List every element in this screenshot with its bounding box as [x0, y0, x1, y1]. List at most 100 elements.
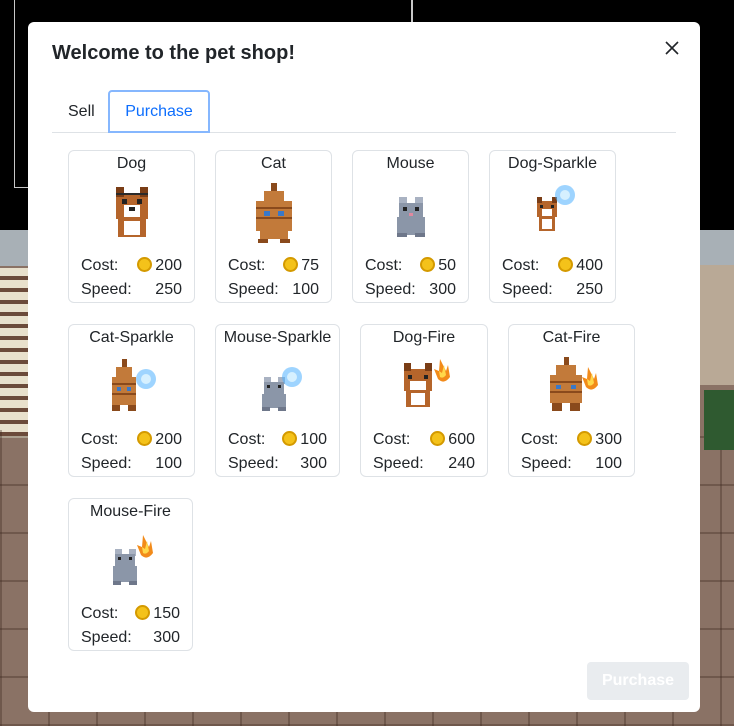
cat-sprite-icon — [244, 183, 304, 245]
cost-label: Cost: — [365, 257, 403, 274]
pet-name: Dog-Sparkle — [508, 155, 597, 172]
coin-icon — [420, 257, 436, 272]
cost-value: 600 — [430, 431, 475, 449]
cost-value: 75 — [283, 257, 319, 275]
pet-card-mouse-fire[interactable]: Mouse-Fire Cost: 150 Speed: 300 — [68, 498, 193, 651]
cost-value: 50 — [420, 257, 456, 275]
cost-label: Cost: — [81, 257, 119, 274]
speed-row: Speed: 100 — [521, 455, 622, 475]
speed-row: Speed: 240 — [373, 455, 475, 475]
cost-amount: 600 — [448, 431, 475, 448]
pet-name: Dog-Fire — [392, 329, 456, 346]
tab-sell[interactable]: Sell — [68, 90, 95, 133]
cost-row: Cost: 75 — [228, 257, 319, 277]
cost-label: Cost: — [502, 257, 540, 274]
pet-card-cat-sparkle[interactable]: Cat-Sparkle Cost: 200 Speed: 100 — [68, 324, 195, 477]
mouse-sparkle-sprite-icon — [248, 357, 308, 419]
pet-card-cat[interactable]: Cat Cost: 75 Speed: 100 — [215, 150, 332, 303]
cost-value: 150 — [135, 605, 180, 623]
purchase-button[interactable]: Purchase — [587, 662, 689, 700]
cost-row: Cost: 400 — [502, 257, 603, 277]
speed-value: 240 — [448, 455, 475, 472]
speed-row: Speed: 300 — [365, 281, 456, 301]
cost-amount: 400 — [576, 257, 603, 274]
cost-value: 300 — [577, 431, 622, 449]
speed-label: Speed: — [81, 629, 132, 646]
pet-card-dog-sparkle[interactable]: Dog-Sparkle Cost: 400 Speed: 250 — [489, 150, 616, 303]
speed-value: 100 — [155, 455, 182, 472]
speed-label: Speed: — [228, 281, 279, 298]
speed-value: 300 — [429, 281, 456, 298]
cost-row: Cost: 50 — [365, 257, 456, 277]
speed-label: Speed: — [521, 455, 572, 472]
mouse-sprite-icon — [381, 183, 441, 245]
dog-sparkle-sprite-icon — [523, 183, 583, 245]
cost-row: Cost: 100 — [228, 431, 327, 451]
pet-card-dog-fire[interactable]: Dog-Fire Cost: 600 Speed: 240 — [360, 324, 488, 477]
pet-card-mouse[interactable]: Mouse Cost: 50 Speed: 300 — [352, 150, 469, 303]
speed-label: Speed: — [81, 281, 132, 298]
pet-name: Cat-Sparkle — [89, 329, 174, 346]
speed-row: Speed: 300 — [81, 629, 180, 649]
cost-label: Cost: — [81, 605, 119, 622]
coin-icon — [283, 257, 299, 272]
game-shelf — [700, 265, 734, 385]
pet-name: Cat-Fire — [542, 329, 601, 346]
cost-label: Cost: — [521, 431, 559, 448]
speed-row: Speed: 250 — [502, 281, 603, 301]
cost-value: 200 — [137, 257, 182, 275]
speed-row: Speed: 100 — [228, 281, 319, 301]
cost-label: Cost: — [228, 257, 266, 274]
speed-row: Speed: 100 — [81, 455, 182, 475]
speed-value: 250 — [576, 281, 603, 298]
pet-name: Dog — [116, 155, 147, 172]
cost-amount: 300 — [595, 431, 622, 448]
cost-amount: 50 — [438, 257, 456, 274]
speed-label: Speed: — [81, 455, 132, 472]
tab-bar: Sell Purchase — [52, 90, 676, 133]
cost-row: Cost: 200 — [81, 257, 182, 277]
cost-value: 100 — [282, 431, 327, 449]
speed-value: 250 — [155, 281, 182, 298]
dog-sprite-icon — [102, 183, 162, 245]
cost-row: Cost: 200 — [81, 431, 182, 451]
cat-sparkle-sprite-icon — [102, 357, 162, 419]
cost-amount: 150 — [153, 605, 180, 622]
modal-title: Welcome to the pet shop! — [52, 42, 295, 64]
pet-name: Cat — [261, 155, 286, 172]
cost-label: Cost: — [81, 431, 119, 448]
close-icon — [665, 41, 679, 55]
game-rug — [0, 268, 30, 438]
speed-label: Speed: — [365, 281, 416, 298]
pet-card-dog[interactable]: Dog Cost: 200 Speed: 250 — [68, 150, 195, 303]
pet-card-cat-fire[interactable]: Cat-Fire Cost: 300 Speed: 100 — [508, 324, 635, 477]
tab-purchase[interactable]: Purchase — [108, 90, 210, 133]
speed-value: 100 — [595, 455, 622, 472]
speed-label: Speed: — [228, 455, 279, 472]
pet-shop-modal: Welcome to the pet shop! Sell Purchase D… — [28, 22, 700, 712]
coin-icon — [135, 605, 151, 620]
speed-value: 100 — [292, 281, 319, 298]
speed-value: 300 — [153, 629, 180, 646]
coin-icon — [137, 431, 153, 446]
cat-fire-sprite-icon — [542, 357, 602, 419]
cost-amount: 75 — [301, 257, 319, 274]
cost-row: Cost: 300 — [521, 431, 622, 451]
game-plant — [704, 390, 734, 450]
coin-icon — [558, 257, 574, 272]
pet-name: Mouse-Fire — [90, 503, 171, 520]
cost-label: Cost: — [228, 431, 266, 448]
cost-amount: 200 — [155, 431, 182, 448]
pet-name: Mouse — [386, 155, 435, 172]
cost-amount: 100 — [300, 431, 327, 448]
cost-value: 400 — [558, 257, 603, 275]
pet-card-mouse-sparkle[interactable]: Mouse-Sparkle Cost: 100 Speed: 300 — [215, 324, 340, 477]
speed-value: 300 — [300, 455, 327, 472]
speed-row: Speed: 250 — [81, 281, 182, 301]
coin-icon — [430, 431, 446, 446]
speed-row: Speed: 300 — [228, 455, 327, 475]
mouse-fire-sprite-icon — [101, 531, 161, 593]
cost-row: Cost: 150 — [81, 605, 180, 625]
close-button[interactable] — [660, 36, 684, 60]
cost-value: 200 — [137, 431, 182, 449]
